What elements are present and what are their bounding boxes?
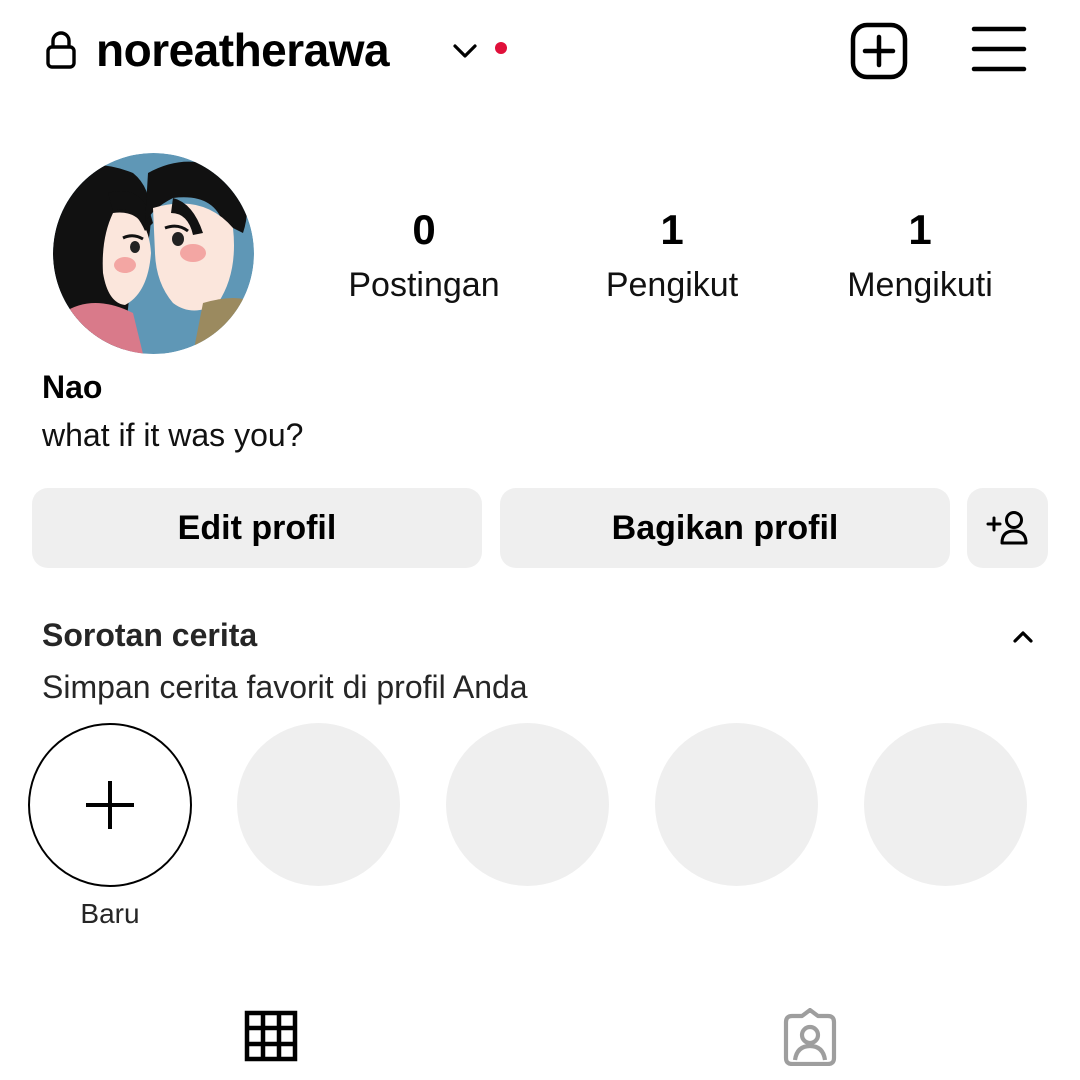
- stat-following[interactable]: 1 Mengikuti: [800, 200, 1040, 310]
- stat-following-label: Mengikuti: [847, 266, 993, 304]
- stat-followers-label: Pengikut: [605, 266, 739, 304]
- profile-avatar[interactable]: [53, 153, 254, 354]
- highlight-placeholder: [864, 723, 1027, 886]
- chevron-down-icon[interactable]: [450, 38, 480, 62]
- display-name: Nao: [42, 369, 103, 405]
- username-title[interactable]: noreatherawa: [96, 20, 390, 80]
- highlight-placeholder: [237, 723, 400, 886]
- stat-followers[interactable]: 1 Pengikut: [552, 200, 792, 310]
- highlights-subtitle: Simpan cerita favorit di profil Anda: [42, 669, 528, 705]
- notification-dot: [495, 42, 507, 54]
- create-post-icon[interactable]: [848, 20, 910, 82]
- grid-icon[interactable]: [244, 1010, 298, 1062]
- lock-icon: [46, 31, 76, 69]
- edit-profile-button[interactable]: Edit profil: [32, 488, 482, 568]
- stat-posts-value: 0: [412, 206, 436, 253]
- bio-text: what if it was you?: [42, 417, 304, 453]
- anime-couple-avatar: [53, 153, 254, 354]
- new-highlight-label: Baru: [80, 898, 140, 929]
- discover-people-button[interactable]: [967, 488, 1048, 568]
- add-user-icon: [986, 511, 1027, 545]
- new-highlight-button[interactable]: [28, 723, 192, 887]
- highlight-placeholder: [446, 723, 609, 886]
- stat-posts-label: Postingan: [348, 266, 500, 304]
- tagged-icon[interactable]: [780, 1008, 840, 1066]
- stat-followers-value: 1: [660, 206, 684, 253]
- chevron-up-icon[interactable]: [1008, 624, 1038, 648]
- highlights-title: Sorotan cerita: [42, 617, 258, 653]
- highlight-placeholder: [655, 723, 818, 886]
- hamburger-menu-icon[interactable]: [970, 22, 1028, 76]
- stat-posts[interactable]: 0 Postingan: [304, 200, 544, 310]
- stat-following-value: 1: [908, 206, 932, 253]
- share-profile-button[interactable]: Bagikan profil: [500, 488, 950, 568]
- plus-icon: [86, 781, 134, 829]
